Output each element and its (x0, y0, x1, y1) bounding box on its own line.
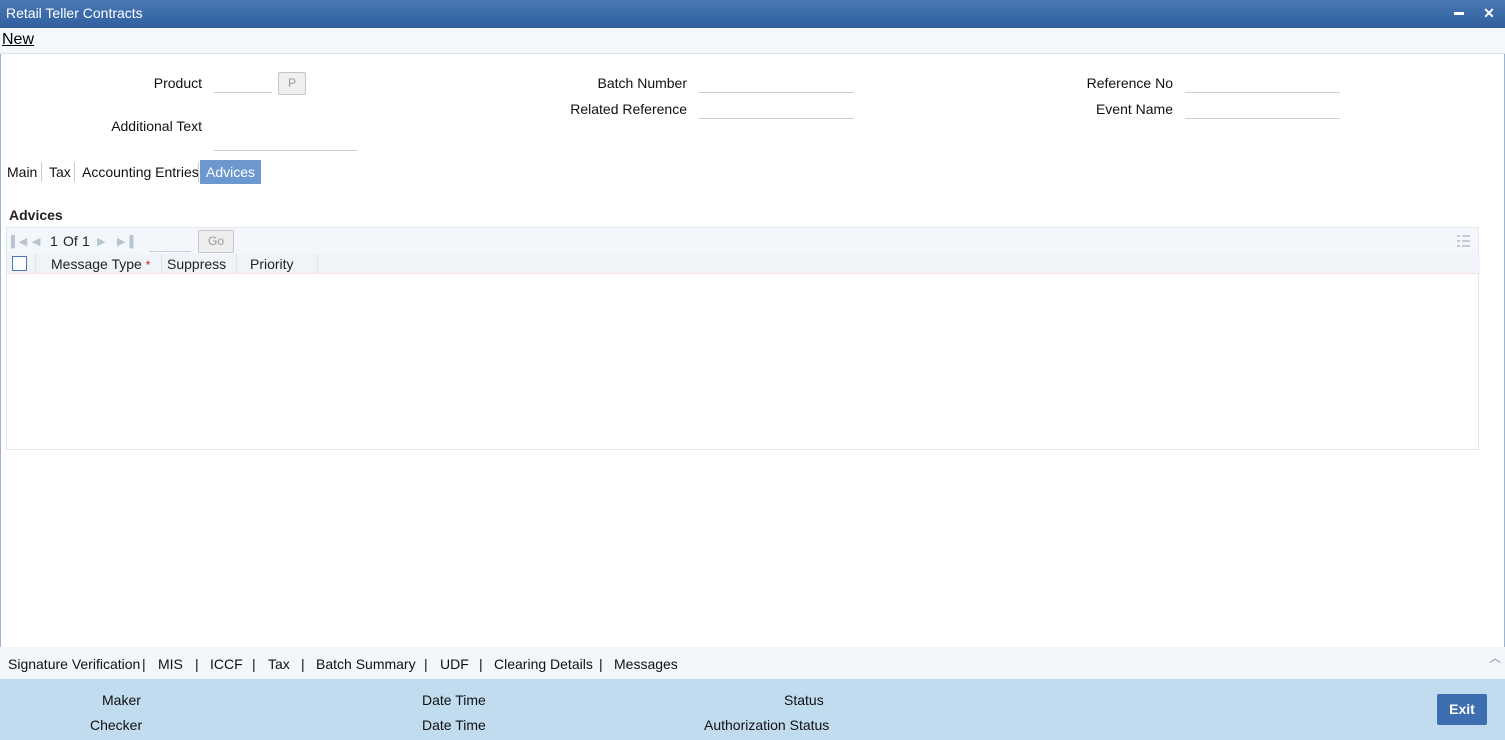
tab-advices[interactable]: Advices (200, 160, 262, 184)
advices-section-title: Advices (9, 207, 63, 223)
column-separator (161, 254, 162, 274)
page-number-input[interactable] (149, 232, 191, 252)
link-separator: | (424, 656, 428, 672)
product-label: Product (153, 75, 202, 91)
column-separator (35, 254, 36, 274)
advices-grid: ▌◀ ◀ 1 Of 1 ▶ ▶▐ Go Message Type * Suppr… (6, 227, 1480, 450)
grid-pager-bar: ▌◀ ◀ 1 Of 1 ▶ ▶▐ Go (7, 228, 1478, 254)
authorization-status-label: Authorization Status (704, 717, 830, 733)
first-page-icon[interactable]: ▌◀ (11, 235, 27, 248)
toolbar: New (0, 28, 1505, 54)
tab-tax[interactable]: Tax (49, 160, 71, 184)
reference-no-label: Reference No (1086, 75, 1173, 91)
go-button[interactable]: Go (198, 230, 234, 253)
collapse-icon[interactable]: ︿ (1489, 649, 1501, 666)
link-tax[interactable]: Tax (268, 656, 290, 672)
checker-label: Checker (90, 717, 143, 733)
link-separator: | (479, 656, 483, 672)
related-reference-field[interactable] (699, 99, 854, 119)
tab-separator (74, 162, 75, 182)
link-separator: | (599, 656, 603, 672)
link-signature-verification[interactable]: Signature Verification (8, 656, 140, 672)
status-label: Status (784, 692, 824, 708)
pager-current: 1 (50, 233, 58, 249)
column-header-priority[interactable]: Priority (250, 256, 294, 272)
event-name-label: Event Name (1095, 101, 1173, 117)
last-page-icon[interactable]: ▶▐ (117, 235, 133, 248)
required-mark: * (145, 258, 151, 272)
exit-button[interactable]: Exit (1437, 694, 1487, 725)
additional-text-label: Additional Text (111, 118, 202, 134)
link-messages[interactable]: Messages (614, 656, 678, 672)
previous-page-icon[interactable]: ◀ (32, 235, 40, 248)
maker-date-time-label: Date Time (422, 692, 486, 708)
tab-separator (41, 162, 42, 182)
minimize-icon[interactable]: ▬ (1450, 4, 1468, 22)
link-clearing-details[interactable]: Clearing Details (494, 656, 593, 672)
subsystem-links-bar: Signature Verification | MIS | ICCF | Ta… (0, 647, 1505, 679)
column-header-message-type[interactable]: Message Type * (51, 256, 150, 272)
pager-total: 1 (82, 233, 90, 249)
link-udf[interactable]: UDF (440, 656, 469, 672)
new-link[interactable]: New (2, 31, 34, 49)
event-name-field[interactable] (1185, 99, 1340, 119)
window-title: Retail Teller Contracts (6, 5, 143, 21)
message-type-header-label: Message Type (51, 256, 142, 272)
link-iccf[interactable]: ICCF (210, 656, 243, 672)
related-reference-label: Related Reference (570, 101, 687, 117)
link-separator: | (301, 656, 305, 672)
product-lookup-button[interactable]: P (278, 72, 306, 95)
close-icon[interactable]: ✕ (1480, 4, 1498, 22)
window-titlebar: Retail Teller Contracts ▬ ✕ (0, 0, 1505, 28)
link-separator: | (252, 656, 256, 672)
link-batch-summary[interactable]: Batch Summary (316, 656, 416, 672)
column-header-suppress[interactable]: Suppress (167, 256, 226, 272)
pager-of-label: Of (63, 233, 78, 249)
column-settings-icon[interactable] (1457, 235, 1470, 247)
link-separator: | (195, 656, 199, 672)
additional-text-field[interactable] (214, 131, 357, 151)
column-separator (317, 254, 318, 274)
next-page-icon[interactable]: ▶ (97, 235, 105, 248)
select-all-checkbox[interactable] (12, 256, 27, 271)
audit-footer: Maker Checker Date Time Date Time Status… (0, 679, 1505, 740)
product-field[interactable] (214, 73, 272, 93)
reference-no-field[interactable] (1185, 73, 1340, 93)
tab-accounting-entries[interactable]: Accounting Entries (82, 160, 199, 184)
column-separator (236, 254, 237, 274)
batch-number-field[interactable] (699, 73, 854, 93)
checker-date-time-label: Date Time (422, 717, 486, 733)
link-separator: | (142, 656, 146, 672)
tab-main[interactable]: Main (7, 160, 37, 184)
maker-label: Maker (102, 692, 141, 708)
batch-number-label: Batch Number (597, 75, 687, 91)
tab-separator (198, 162, 199, 182)
grid-header-row: Message Type * Suppress Priority (7, 254, 1480, 274)
link-mis[interactable]: MIS (158, 656, 183, 672)
